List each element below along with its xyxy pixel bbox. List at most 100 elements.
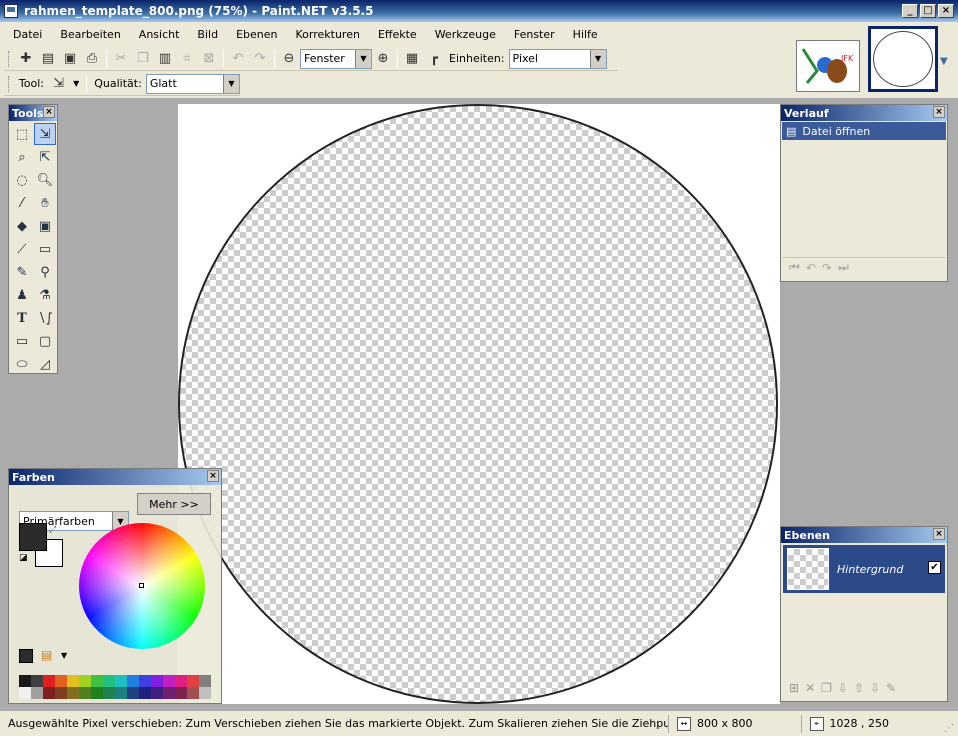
- palette-swatch[interactable]: [139, 675, 151, 687]
- palette-swatch[interactable]: [43, 687, 55, 699]
- recolor-icon[interactable]: ⚗: [34, 284, 56, 306]
- ellipse-select-icon[interactable]: ◌: [11, 169, 33, 191]
- palette-swatch[interactable]: [151, 687, 163, 699]
- menu-werkzeuge[interactable]: Werkzeuge: [426, 28, 505, 41]
- palette-swatch[interactable]: [79, 675, 91, 687]
- pencil-icon[interactable]: ✎: [11, 261, 33, 283]
- move-selection-icon[interactable]: ⇲: [34, 123, 56, 145]
- menu-ebenen[interactable]: Ebenen: [227, 28, 286, 41]
- redo-icon[interactable]: ↷: [249, 48, 271, 70]
- thumbnail-scroll-icon[interactable]: ▼: [940, 56, 948, 67]
- palette-swatch[interactable]: [103, 687, 115, 699]
- layer-properties-icon[interactable]: ✎: [886, 681, 896, 695]
- undo-icon[interactable]: ↶: [806, 261, 816, 275]
- duplicate-layer-icon[interactable]: ❐: [821, 681, 832, 695]
- reset-colors-icon[interactable]: ◪: [19, 553, 28, 563]
- rounded-rectangle-icon[interactable]: ▢: [34, 330, 56, 352]
- palette-swatch[interactable]: [175, 687, 187, 699]
- palette-swatch[interactable]: [187, 687, 199, 699]
- text-icon[interactable]: T: [11, 307, 33, 329]
- ellipse-icon[interactable]: ⬭: [11, 353, 33, 375]
- save-icon[interactable]: ▣: [59, 48, 81, 70]
- move-layer-up-icon[interactable]: ⇧: [854, 681, 864, 695]
- palette-swatch[interactable]: [91, 675, 103, 687]
- palette-swatch[interactable]: [19, 687, 31, 699]
- palette-swatch[interactable]: [139, 687, 151, 699]
- palette-swatch[interactable]: [199, 675, 211, 687]
- menu-bild[interactable]: Bild: [188, 28, 227, 41]
- layer-visibility-checkbox[interactable]: ✔: [928, 561, 941, 574]
- redo-icon[interactable]: ↷: [822, 261, 832, 275]
- maximize-button[interactable]: □: [920, 4, 936, 18]
- palette-swatch[interactable]: [115, 687, 127, 699]
- palette-swatch[interactable]: [127, 675, 139, 687]
- palette-swatch[interactable]: [67, 675, 79, 687]
- rewind-icon[interactable]: ⏮: [789, 260, 800, 275]
- more-button[interactable]: Mehr >>: [137, 493, 211, 515]
- palette-swatch[interactable]: [67, 687, 79, 699]
- units-select[interactable]: Pixel ▼: [508, 48, 607, 69]
- palette-swatch[interactable]: [187, 675, 199, 687]
- clone-stamp-icon[interactable]: ♟: [11, 284, 33, 306]
- move-selection-icon[interactable]: ⇲: [48, 73, 69, 95]
- palette-swatch[interactable]: [163, 687, 175, 699]
- paint-bucket-icon[interactable]: ◆: [11, 215, 33, 237]
- image-canvas[interactable]: [178, 104, 780, 704]
- palette-menu-icon[interactable]: ▤: [41, 648, 52, 662]
- magic-wand-icon[interactable]: ⁄: [11, 192, 33, 214]
- palette-swatch[interactable]: [115, 675, 127, 687]
- copy-icon[interactable]: ❐: [132, 48, 154, 70]
- chevron-down-icon[interactable]: ▼: [61, 651, 67, 660]
- menu-fenster[interactable]: Fenster: [505, 28, 564, 41]
- palette-swatch[interactable]: [19, 675, 31, 687]
- menu-bearbeiten[interactable]: Bearbeiten: [51, 28, 129, 41]
- add-layer-icon[interactable]: ⊞: [789, 681, 799, 695]
- move-layer-down-icon[interactable]: ⇩: [870, 681, 880, 695]
- color-picker-icon[interactable]: ⚲: [34, 261, 56, 283]
- menu-ansicht[interactable]: Ansicht: [130, 28, 189, 41]
- palette-swatch[interactable]: [151, 675, 163, 687]
- menu-effekte[interactable]: Effekte: [369, 28, 426, 41]
- grid-icon[interactable]: ▦: [401, 48, 423, 70]
- image-thumbnail-other[interactable]: JFK: [796, 40, 860, 92]
- primary-color-swatch[interactable]: [19, 523, 47, 551]
- close-button[interactable]: ×: [938, 4, 954, 18]
- rectangle-icon[interactable]: ▭: [11, 330, 33, 352]
- palette-swatch[interactable]: [43, 675, 55, 687]
- palette-swatch[interactable]: [163, 675, 175, 687]
- zoom-out-icon[interactable]: ⊖: [278, 48, 300, 70]
- deselect-icon[interactable]: ⊠: [198, 48, 220, 70]
- freeform-shape-icon[interactable]: ◿: [34, 353, 56, 375]
- open-file-icon[interactable]: ▤: [37, 48, 59, 70]
- merge-layer-icon[interactable]: ⇩: [838, 681, 848, 695]
- color-wheel[interactable]: [79, 523, 205, 649]
- fast-forward-icon[interactable]: ⏭: [838, 260, 849, 275]
- history-item[interactable]: ▤ Datei öffnen: [782, 122, 946, 140]
- quality-select[interactable]: Glatt ▼: [145, 73, 240, 94]
- palette-swatch[interactable]: [91, 687, 103, 699]
- palette-swatch[interactable]: [199, 687, 211, 699]
- lasso-select-icon[interactable]: ⌕: [11, 146, 33, 168]
- paste-icon[interactable]: ▥: [154, 48, 176, 70]
- rectangle-select-icon[interactable]: ⬚: [11, 123, 33, 145]
- new-file-icon[interactable]: ✚: [15, 48, 37, 70]
- ruler-icon[interactable]: ┏: [423, 48, 445, 70]
- close-icon[interactable]: ×: [207, 470, 219, 482]
- pan-hand-icon[interactable]: ✋︎: [34, 192, 56, 214]
- image-thumbnail-current[interactable]: [868, 26, 938, 92]
- layer-row[interactable]: Hintergrund ✔: [783, 545, 945, 593]
- undo-icon[interactable]: ↶: [227, 48, 249, 70]
- menu-datei[interactable]: Datei: [4, 28, 51, 41]
- palette-swatch[interactable]: [31, 687, 43, 699]
- close-icon[interactable]: ×: [933, 106, 945, 118]
- zoom-in-icon[interactable]: ⊕: [372, 48, 394, 70]
- crop-icon[interactable]: ⌗: [176, 48, 198, 70]
- palette-swatch[interactable]: [79, 687, 91, 699]
- move-selected-icon[interactable]: ⇱: [34, 146, 56, 168]
- swap-colors-icon[interactable]: ⤢: [49, 525, 56, 535]
- line-curve-icon[interactable]: ∖∫: [34, 307, 56, 329]
- palette-swatch[interactable]: [175, 675, 187, 687]
- paintbrush-icon[interactable]: ⟋: [11, 238, 33, 260]
- cut-icon[interactable]: ✂: [110, 48, 132, 70]
- palette-swatch[interactable]: [103, 675, 115, 687]
